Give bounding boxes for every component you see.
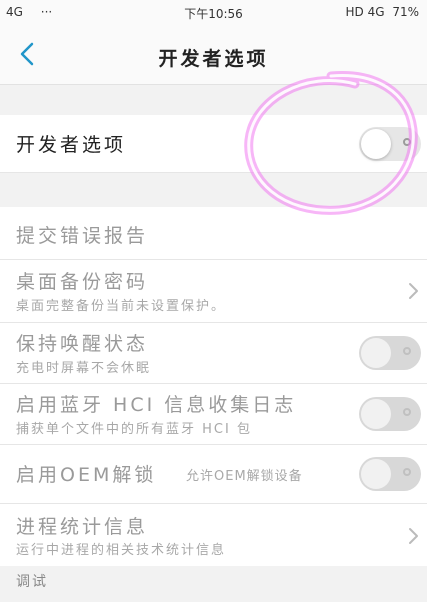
desktop-backup-password-label: 桌面备份密码 [16,271,149,293]
bluetooth-hci-log-subtitle: 捕获单个文件中的所有蓝牙 HCI 包 [16,422,252,437]
process-stats-label: 进程统计信息 [16,516,149,538]
network-label: HD 4G [345,5,385,19]
desktop-backup-password-subtitle: 桌面完整备份当前未设置保护。 [16,299,227,314]
oem-unlock-row[interactable]: 启用OEM解锁 允许OEM解锁设备 [0,445,427,504]
stay-awake-toggle[interactable] [359,336,421,370]
spacer [0,173,427,207]
spacer [0,85,427,115]
toggle-knob [361,459,391,489]
toggle-knob [361,129,391,159]
process-stats-row[interactable]: 进程统计信息 运行中进程的相关技术统计信息 [0,504,427,566]
oem-unlock-label: 启用OEM解锁 [16,464,157,486]
stay-awake-subtitle: 充电时屏幕不会休眠 [16,361,152,376]
developer-options-label: 开发者选项 [16,134,127,156]
title-bar: 开发者选项 [0,26,427,85]
page-title: 开发者选项 [158,48,269,70]
desktop-backup-password-row[interactable]: 桌面备份密码 桌面完整备份当前未设置保护。 [0,260,427,323]
developer-options-toggle[interactable] [359,127,421,161]
toggle-knob [361,338,391,368]
submit-bug-report-label: 提交错误报告 [16,225,149,247]
toggle-off-icon [403,347,411,355]
chevron-right-icon [409,283,418,299]
bluetooth-hci-log-label: 启用蓝牙 HCI 信息收集日志 [16,394,297,416]
battery-label: 71% [392,5,419,19]
stay-awake-row[interactable]: 保持唤醒状态 充电时屏幕不会休眠 [0,323,427,384]
network-battery: HD 4G 71% [345,5,419,19]
debugging-section-label: 调试 [16,574,48,590]
submit-bug-report-row[interactable]: 提交错误报告 [0,207,427,260]
developer-options-row[interactable]: 开发者选项 [0,115,427,173]
stay-awake-label: 保持唤醒状态 [16,333,149,355]
oem-unlock-toggle[interactable] [359,457,421,491]
status-bar: 4G ··· 下午10:56 HD 4G 71% [0,0,427,26]
toggle-off-icon [403,408,411,416]
bluetooth-hci-log-toggle[interactable] [359,397,421,431]
bluetooth-hci-log-row[interactable]: 启用蓝牙 HCI 信息收集日志 捕获单个文件中的所有蓝牙 HCI 包 [0,384,427,445]
toggle-off-icon [403,138,411,146]
debugging-section-header: 调试 [0,566,427,602]
chevron-right-icon [409,528,418,544]
toggle-off-icon [403,468,411,476]
process-stats-subtitle: 运行中进程的相关技术统计信息 [16,543,227,558]
oem-unlock-note: 允许OEM解锁设备 [186,469,303,484]
toggle-knob [361,399,391,429]
